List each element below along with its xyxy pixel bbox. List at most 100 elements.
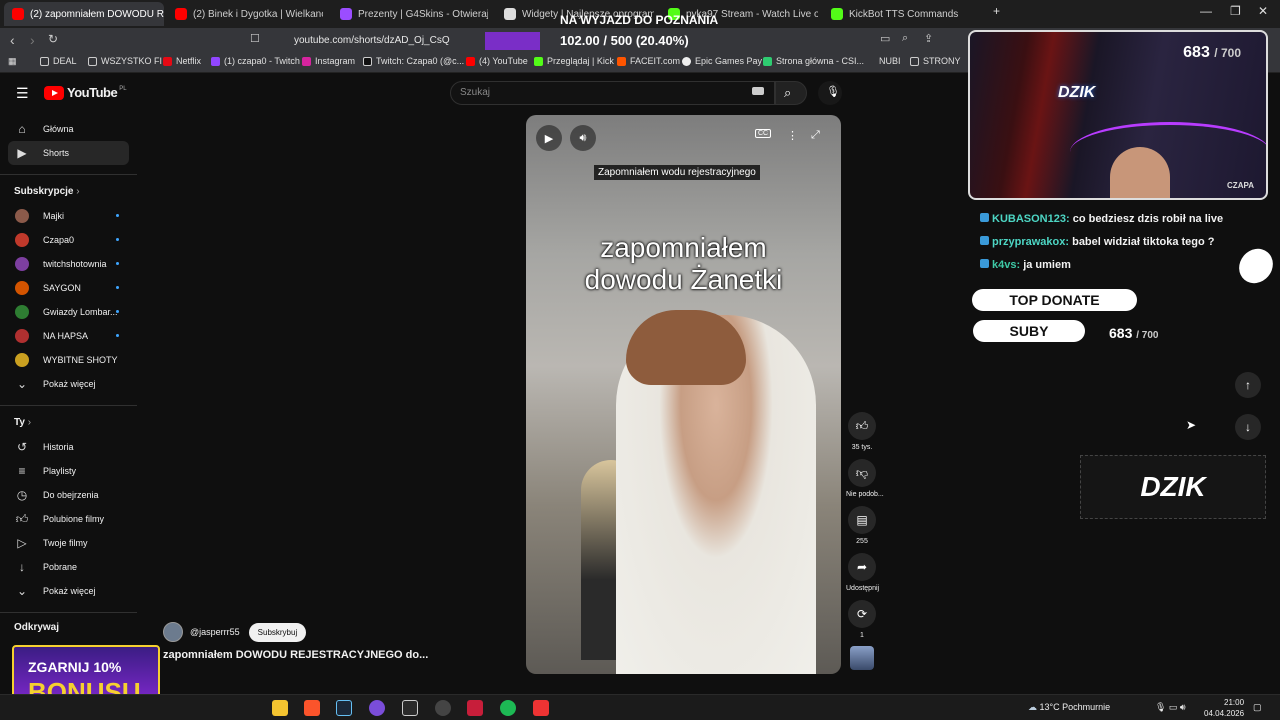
comment-icon[interactable]: ▤ [848,506,876,534]
youtube-logo[interactable]: YouTube PL [44,85,127,100]
app-video-icon[interactable] [533,700,549,716]
sidebar-sub-twitchshotownia[interactable]: twitchshotownia [8,252,129,276]
zoom-icon[interactable]: ⌕ [902,32,908,45]
file-explorer-icon[interactable] [272,700,288,716]
sidebar-sub-saygon[interactable]: SAYGON [8,276,129,300]
sidebar-you-show-more[interactable]: ⌄ Pokaż więcej [8,579,129,603]
app-red-icon[interactable] [467,700,483,716]
notifications-icon[interactable]: ▢ [1253,702,1262,713]
bookmark-icon[interactable]: ☐ [250,32,260,45]
like-action[interactable]: 👍︎ 35 tys. [846,412,878,451]
bookmark-youtube[interactable]: (4) YouTube [466,56,528,66]
bookmark-strony[interactable]: STRONY [910,56,961,66]
more-options-icon[interactable]: ⋮ [787,129,798,142]
kick-icon [534,56,543,66]
app-icon[interactable] [369,700,385,716]
channel-avatar[interactable] [163,622,183,642]
avatar [15,233,29,247]
restore-icon[interactable]: ❐ [1230,4,1241,18]
brave-browser-icon[interactable] [304,700,320,716]
thumbs-up-icon[interactable]: 👍︎ [848,412,876,440]
remix-icon[interactable]: ⟳ [848,600,876,628]
fullscreen-icon[interactable]: ⤢ [811,129,820,142]
new-content-dot [116,262,119,265]
apps-icon[interactable]: ▦ [8,56,17,67]
captions-icon[interactable]: CC [755,129,772,138]
sidebar-subscriptions-header[interactable]: Subskrypcje › [14,186,80,197]
minimize-icon[interactable]: — [1200,4,1212,18]
back-icon[interactable]: ‹ [10,32,15,48]
share-icon[interactable]: ⇪ [924,32,933,45]
thumbs-down-icon[interactable]: 👎︎ [848,459,876,487]
subscribe-button[interactable]: Subskrybuj [248,622,307,642]
clock[interactable]: 21:00 04.04.2026 [1204,697,1244,719]
shorts-video-player[interactable]: ▶ 🔊︎ CC ⋮ ⤢ Zapomniałem wodu rejestracyj… [526,115,841,674]
new-tab-icon[interactable]: + [993,4,1000,18]
sidebar-item-your-videos[interactable]: ▷ Twoje filmy [8,531,129,555]
bookmark-nubi[interactable]: NUBI [879,56,901,66]
previous-short-button[interactable]: ↑ [1235,372,1261,398]
sidebar-item-shorts[interactable]: ▶ Shorts [8,141,129,165]
search-input[interactable]: Szukaj [450,81,775,105]
bookmark-instagram[interactable]: Instagram [302,56,355,66]
play-button[interactable]: ▶ [536,125,562,151]
close-window-icon[interactable]: ✕ [1258,4,1268,18]
chevron-down-icon: ⌄ [16,584,28,598]
bookmark-csi[interactable]: Strona główna - CSI... [763,56,864,66]
sidebar-sub-na-hapsa[interactable]: NA HAPSA [8,324,129,348]
bookmark-netflix[interactable]: Netflix [163,56,201,66]
sidebar-sub-gwiazdy[interactable]: Gwiazdy Lombar... [8,300,129,324]
reload-icon[interactable]: ↻ [48,32,58,46]
sidebar-item-downloads[interactable]: ↓ Pobrane [8,555,129,579]
bookmark-deal[interactable]: DEAL [40,56,77,66]
tab-youtube-short[interactable]: (2) zapomniałem DOWODU REJE ✕ [4,2,164,26]
bookmark-kick[interactable]: Przeglądaj | Kick [534,56,614,66]
volume-button[interactable]: 🔊︎ [570,125,596,151]
sidebar-item-home[interactable]: ⌂ Główna [8,117,129,141]
spotify-icon[interactable] [500,700,516,716]
sidebar-you-header[interactable]: Ty › [14,417,31,428]
sidebar-sub-majki[interactable]: Majki [8,204,129,228]
dislike-action[interactable]: 👎︎ Nie podob... [846,459,884,498]
cast-icon[interactable]: ▭ [880,32,890,45]
epic-games-icon[interactable] [402,700,418,716]
bookmark-faceit[interactable]: FACEIT.com [617,56,680,66]
tab-g4skins[interactable]: Prezenty | G4Skins - Otwieraj skrzynk [340,2,488,26]
weather-widget[interactable]: ☁ 13°C Pochmurnie [1028,702,1110,713]
bookmark-czapa0-twitch[interactable]: (1) czapa0 - Twitch [211,56,300,66]
sidebar-subs-show-more[interactable]: ⌄ Pokaż więcej [8,372,129,396]
new-content-dot [116,214,119,217]
voice-search-button[interactable]: 🎙︎ [818,81,842,105]
share-icon[interactable]: ➦ [848,553,876,581]
search-button[interactable]: ⌕ [775,81,807,105]
url-field[interactable]: youtube.com/shorts/dzAD_Oj_CsQ [272,31,482,50]
sidebar-item-history[interactable]: ↺ Historia [8,435,129,459]
menu-icon[interactable]: ☰ [16,85,29,102]
tray-icons[interactable]: 🎙︎ ▭ 🔊︎ [1155,702,1186,713]
tab-binek[interactable]: (2) Binek i Dygotka | Wielkanocny Ba [175,2,323,26]
remix-action[interactable]: ⟳ 1 [846,600,878,639]
bookmark-epic[interactable]: Epic Games Pay [682,56,762,66]
share-action[interactable]: ➦ Udostępnij [846,553,879,592]
sidebar-item-watch-later[interactable]: ◷ Do obejrzenia [8,483,129,507]
video-title[interactable]: zapomniałem DOWODU REJESTRACYJNEGO do... [163,649,428,661]
sidebar-sub-czapa0[interactable]: Czapa0 [8,228,129,252]
obs-icon[interactable] [435,700,451,716]
chat-message: przyprawakox: babel widział tiktoka tego… [980,236,1215,248]
bookmark-tiktok[interactable]: Twitch: Czapa0 (@c... [363,56,464,66]
forward-icon[interactable]: › [30,32,35,48]
sidebar-item-playlists[interactable]: ≡ Playlisty [8,459,129,483]
avatar [15,305,29,319]
keyboard-icon[interactable] [752,87,764,95]
sidebar-item-liked[interactable]: 👍︎ Polubione filmy [8,507,129,531]
bookmark-wszystko[interactable]: WSZYSTKO FI [88,56,162,66]
sidebar-sub-wybitne-shoty[interactable]: WYBITNE SHOTY [8,348,129,372]
youtube-logo-icon [44,85,64,100]
sound-thumbnail[interactable] [850,646,874,670]
avatar [15,353,29,367]
steam-icon[interactable] [336,700,352,716]
tab-kickbot[interactable]: KickBot TTS Commands [831,2,971,26]
comments-action[interactable]: ▤ 255 [846,506,878,545]
channel-name[interactable]: @jasperrr55 [190,627,240,637]
next-short-button[interactable]: ↓ [1235,414,1261,440]
